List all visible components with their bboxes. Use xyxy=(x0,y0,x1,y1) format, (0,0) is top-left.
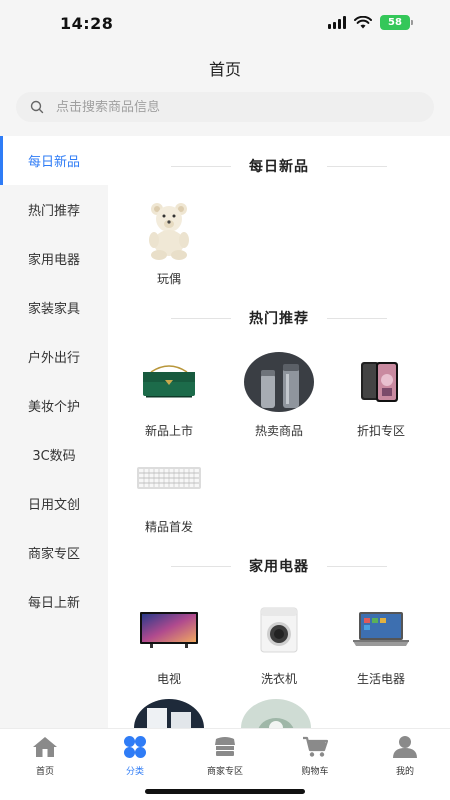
product-label: 热卖商品 xyxy=(254,424,303,438)
product-label: 电视 xyxy=(156,672,181,686)
category-icon xyxy=(124,736,146,758)
sidebar-item-label: 家用电器 xyxy=(27,253,80,268)
status-bar: 14:28 58 xyxy=(0,0,450,50)
section-title: 热门推荐 xyxy=(249,311,309,327)
sidebar-item-label: 家装家具 xyxy=(27,302,80,317)
cart-icon xyxy=(303,736,328,757)
sidebar-item-label: 3C数码 xyxy=(32,449,76,464)
product-item[interactable]: 新品上市 xyxy=(114,350,224,439)
battery-icon: 58 xyxy=(380,15,413,30)
sidebar-item-hot[interactable]: 热门推荐 xyxy=(0,185,108,234)
product-label: 折扣专区 xyxy=(356,424,405,438)
product-item-partial[interactable] xyxy=(133,698,205,728)
tv-image xyxy=(114,598,224,662)
home-icon xyxy=(33,737,57,757)
sidebar-item-label: 日用文创 xyxy=(27,498,80,513)
product-item[interactable]: 玩偶 xyxy=(114,198,224,287)
tab-home[interactable]: 首页 xyxy=(0,735,90,777)
tab-label: 商家专区 xyxy=(206,767,243,777)
sidebar-item-outdoor[interactable]: 户外出行 xyxy=(0,332,108,381)
search-icon xyxy=(30,100,44,114)
sidebar-item-merchant-zone[interactable]: 商家专区 xyxy=(0,528,108,577)
sidebar-item-label: 每日新品 xyxy=(27,155,80,170)
green-handbag-image xyxy=(114,350,224,414)
search-input[interactable] xyxy=(56,99,386,115)
section-header: 家用电器 xyxy=(108,556,450,576)
product-item[interactable]: 洗衣机 xyxy=(224,598,334,687)
sidebar-item-daily-arrivals[interactable]: 每日上新 xyxy=(0,577,108,626)
sidebar-item-furniture[interactable]: 家装家具 xyxy=(0,283,108,332)
section-title: 每日新品 xyxy=(249,159,309,175)
product-item-partial[interactable] xyxy=(240,698,312,728)
sidebar-item-label: 美妆个护 xyxy=(27,400,80,415)
profile-icon xyxy=(393,736,417,758)
section-header: 每日新品 xyxy=(108,156,450,176)
status-icons: 58 xyxy=(328,15,413,30)
category-sidebar: 每日新品 热门推荐 家用电器 家装家具 户外出行 美妆个护 3C数码 日用文创 … xyxy=(0,136,108,728)
sidebar-item-daily-new[interactable]: 每日新品 xyxy=(0,136,108,185)
product-item[interactable]: 生活电器 xyxy=(326,598,436,687)
store-icon xyxy=(215,737,235,756)
home-indicator[interactable] xyxy=(145,789,305,794)
sidebar-item-label: 户外出行 xyxy=(27,351,80,366)
product-item[interactable]: 电视 xyxy=(114,598,224,687)
sidebar-item-label: 热门推荐 xyxy=(27,204,80,219)
tab-label: 首页 xyxy=(35,767,54,777)
divider xyxy=(171,165,231,167)
tab-profile[interactable]: 我的 xyxy=(360,735,450,777)
battery-level: 58 xyxy=(388,17,402,28)
laptop-image xyxy=(326,598,436,662)
tab-category[interactable]: 分类 xyxy=(90,735,180,777)
sidebar-item-label: 每日上新 xyxy=(27,596,80,611)
signal-icon xyxy=(328,16,346,29)
washing-machine-image xyxy=(224,598,334,662)
product-item[interactable]: 精品首发 xyxy=(114,446,224,535)
product-label: 洗衣机 xyxy=(260,672,297,686)
product-label: 生活电器 xyxy=(356,672,405,686)
tab-cart[interactable]: 购物车 xyxy=(270,735,360,777)
section-title: 家用电器 xyxy=(249,559,309,575)
divider xyxy=(327,165,387,167)
product-label: 玩偶 xyxy=(156,272,181,286)
divider xyxy=(171,317,231,319)
keyboard-image xyxy=(114,446,224,510)
category-content: 每日新品 玩偶 热门推荐 新品上市 热卖商品 折扣专区 精品首发 家用电器 电视… xyxy=(108,136,450,728)
page-title: 首页 xyxy=(208,60,241,79)
appliance-image xyxy=(134,699,204,728)
product-label: 新品上市 xyxy=(144,424,193,438)
divider xyxy=(327,565,387,567)
sidebar-item-beauty[interactable]: 美妆个护 xyxy=(0,381,108,430)
sidebar-item-appliances[interactable]: 家用电器 xyxy=(0,234,108,283)
smartphone-image xyxy=(326,350,436,414)
product-label: 精品首发 xyxy=(144,520,193,534)
tab-merchant-zone[interactable]: 商家专区 xyxy=(180,735,270,777)
tab-label: 购物车 xyxy=(301,767,329,777)
search-bar[interactable] xyxy=(16,92,434,122)
product-item[interactable]: 折扣专区 xyxy=(326,350,436,439)
tab-label: 分类 xyxy=(125,767,144,777)
product-item[interactable]: 热卖商品 xyxy=(224,350,334,439)
teddy-bear-image xyxy=(114,198,224,262)
status-time: 14:28 xyxy=(60,14,114,33)
sidebar-item-label: 商家专区 xyxy=(27,547,80,562)
divider xyxy=(171,565,231,567)
appliance-image xyxy=(241,699,311,728)
wifi-icon xyxy=(354,16,372,29)
divider xyxy=(327,317,387,319)
section-header: 热门推荐 xyxy=(108,308,450,328)
sidebar-item-3c-digital[interactable]: 3C数码 xyxy=(0,430,108,479)
tab-label: 我的 xyxy=(395,767,414,777)
sidebar-item-daily-stationery[interactable]: 日用文创 xyxy=(0,479,108,528)
thermos-image xyxy=(224,350,334,414)
